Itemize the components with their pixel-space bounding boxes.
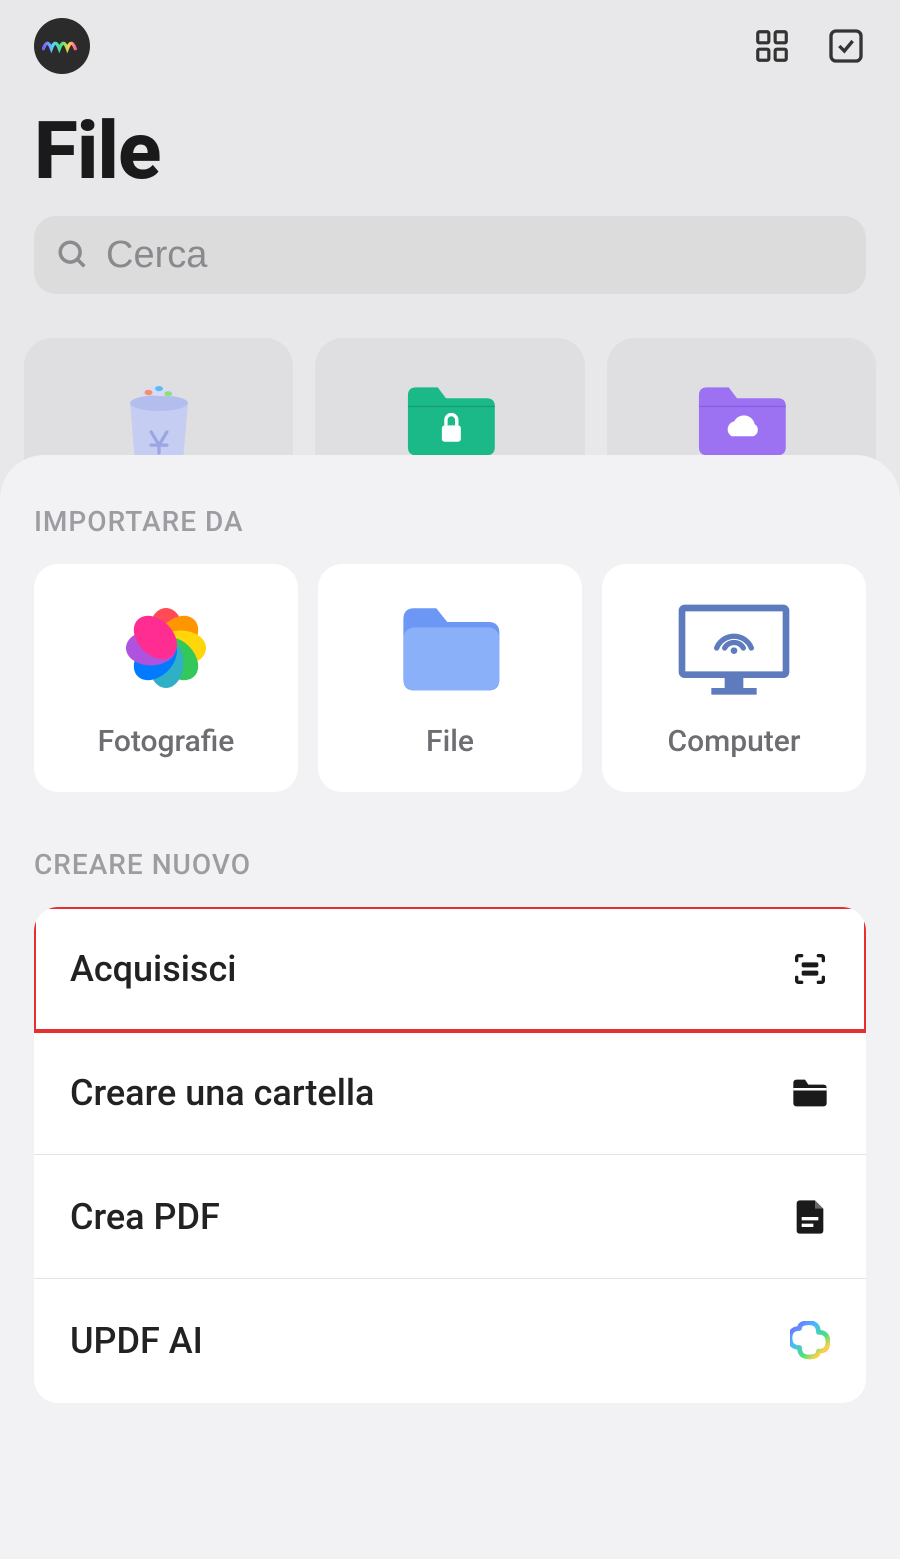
scan-label: Acquisisci [70, 948, 236, 990]
import-section-label: Importare da [34, 505, 866, 538]
scan-icon [790, 949, 830, 989]
search-bar[interactable] [34, 216, 866, 294]
import-computer-label: Computer [668, 724, 801, 759]
updf-ai-label: UPDF AI [70, 1320, 203, 1362]
create-list: Acquisisci Creare una cartella Crea PDF [34, 907, 866, 1403]
import-grid: Fotografie File [34, 564, 866, 792]
create-section-label: Creare nuovo [34, 848, 866, 881]
create-folder-row[interactable]: Creare una cartella [34, 1031, 866, 1155]
import-file-label: File [426, 724, 474, 759]
file-folder-icon [390, 598, 510, 698]
photos-icon [106, 598, 226, 698]
create-pdf-label: Crea PDF [70, 1196, 220, 1238]
create-folder-label: Creare una cartella [70, 1072, 374, 1114]
grid-view-icon[interactable] [752, 26, 792, 66]
computer-icon [674, 598, 794, 698]
updf-ai-row[interactable]: UPDF AI [34, 1279, 866, 1403]
folder-icon [790, 1073, 830, 1113]
import-photos-button[interactable]: Fotografie [34, 564, 298, 792]
updf-ai-icon [790, 1321, 830, 1361]
search-input[interactable] [106, 234, 844, 277]
top-bar [0, 0, 900, 74]
app-logo[interactable] [34, 18, 90, 74]
create-pdf-row[interactable]: Crea PDF [34, 1155, 866, 1279]
page-title: File [0, 74, 900, 216]
select-checkbox-icon[interactable] [826, 26, 866, 66]
search-icon [56, 238, 90, 272]
scan-row[interactable]: Acquisisci [34, 907, 866, 1031]
pdf-icon [790, 1197, 830, 1237]
import-photos-label: Fotografie [98, 724, 235, 759]
action-sheet: Importare da Fotografie [0, 455, 900, 1559]
import-file-button[interactable]: File [318, 564, 582, 792]
import-computer-button[interactable]: Computer [602, 564, 866, 792]
